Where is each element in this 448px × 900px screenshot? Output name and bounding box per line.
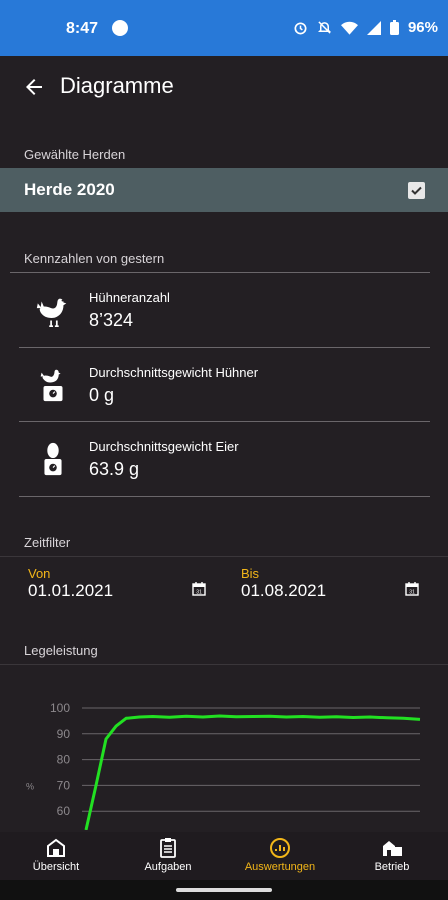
calendar-icon[interactable]: 31 bbox=[192, 582, 206, 596]
kpi-label: Durchschnittsgewicht Hühner bbox=[89, 365, 259, 380]
home-icon bbox=[47, 838, 65, 857]
series-line bbox=[84, 714, 421, 830]
divider bbox=[19, 347, 430, 348]
herd-name: Herde 2020 bbox=[24, 180, 115, 199]
from-date-label: Von bbox=[28, 566, 51, 581]
back-arrow-icon[interactable] bbox=[22, 75, 46, 99]
herds-section-label: Gewählte Herden bbox=[24, 147, 126, 162]
nav-item-aufgaben[interactable]: Aufgaben bbox=[112, 838, 224, 873]
chicken-icon bbox=[36, 298, 67, 328]
kpi-label: Durchschnittsgewicht Eier bbox=[89, 439, 239, 454]
chicken-scale-icon bbox=[40, 369, 63, 402]
y-tick-label: 100 bbox=[50, 701, 70, 715]
status-time: 8:47 bbox=[66, 20, 99, 37]
calendar-icon[interactable]: 31 bbox=[405, 582, 419, 596]
nav-item-uebersicht[interactable]: Übersicht bbox=[0, 838, 112, 873]
y-tick-label: 60 bbox=[57, 804, 71, 818]
page-title: Diagramme bbox=[60, 73, 174, 98]
battery-icon bbox=[389, 20, 399, 35]
y-tick-label: 90 bbox=[57, 727, 71, 741]
svg-text:31: 31 bbox=[196, 590, 202, 596]
y-axis-label: % bbox=[26, 781, 34, 791]
divider bbox=[0, 556, 448, 557]
divider bbox=[19, 421, 430, 422]
check-icon bbox=[411, 186, 422, 195]
alarm-icon bbox=[294, 22, 307, 35]
gesture-bar bbox=[0, 880, 448, 900]
nav-item-betrieb[interactable]: Betrieb bbox=[336, 838, 448, 873]
nav-label: Übersicht bbox=[32, 861, 80, 873]
app-notification-icon bbox=[112, 20, 128, 36]
signal-icon bbox=[366, 20, 381, 35]
nav-item-auswertungen[interactable]: Auswertungen bbox=[224, 838, 336, 873]
bottom-navigation: Übersicht Aufgaben Auswertungen Betrieb bbox=[0, 832, 448, 880]
divider bbox=[19, 496, 430, 497]
clipboard-icon bbox=[160, 838, 176, 858]
legeleistung-chart: 60 70 80 90 100% bbox=[26, 701, 421, 830]
kpi-value: 0 g bbox=[89, 385, 115, 405]
to-date-label: Bis bbox=[241, 566, 260, 581]
svg-text:31: 31 bbox=[409, 590, 415, 596]
kpi-value: 63.9 g bbox=[89, 459, 140, 479]
divider bbox=[10, 272, 430, 273]
kpi-value: 8’324 bbox=[89, 310, 134, 330]
y-tick-label: 70 bbox=[57, 778, 71, 792]
nav-label: Aufgaben bbox=[144, 861, 192, 873]
legeleistung-section-label: Legeleistung bbox=[24, 643, 98, 658]
nav-label: Auswertungen bbox=[244, 861, 316, 873]
app-bar: Diagramme bbox=[0, 56, 448, 118]
timefilter-section-label: Zeitfilter bbox=[24, 535, 71, 550]
battery-percent: 96% bbox=[407, 19, 438, 36]
to-date-value: 01.08.2021 bbox=[241, 581, 327, 600]
kpi-section-label: Kennzahlen von gestern bbox=[24, 251, 165, 266]
status-icons: 96% bbox=[293, 19, 438, 36]
from-date-value: 01.01.2021 bbox=[28, 581, 114, 600]
egg-scale-icon bbox=[44, 442, 62, 476]
herd-item-selected[interactable]: Herde 2020 bbox=[0, 168, 448, 212]
mute-icon bbox=[317, 21, 331, 34]
wifi-icon bbox=[340, 21, 358, 35]
nav-label: Betrieb bbox=[374, 861, 410, 873]
y-tick-label: 80 bbox=[57, 753, 71, 767]
analytics-icon bbox=[270, 838, 290, 858]
kpi-label: Hühneranzahl bbox=[89, 290, 170, 305]
status-bar: 8:47 96% bbox=[0, 0, 448, 56]
farm-icon bbox=[383, 841, 402, 856]
divider bbox=[0, 664, 448, 665]
home-indicator bbox=[176, 888, 272, 892]
herd-checkbox[interactable] bbox=[408, 182, 425, 199]
